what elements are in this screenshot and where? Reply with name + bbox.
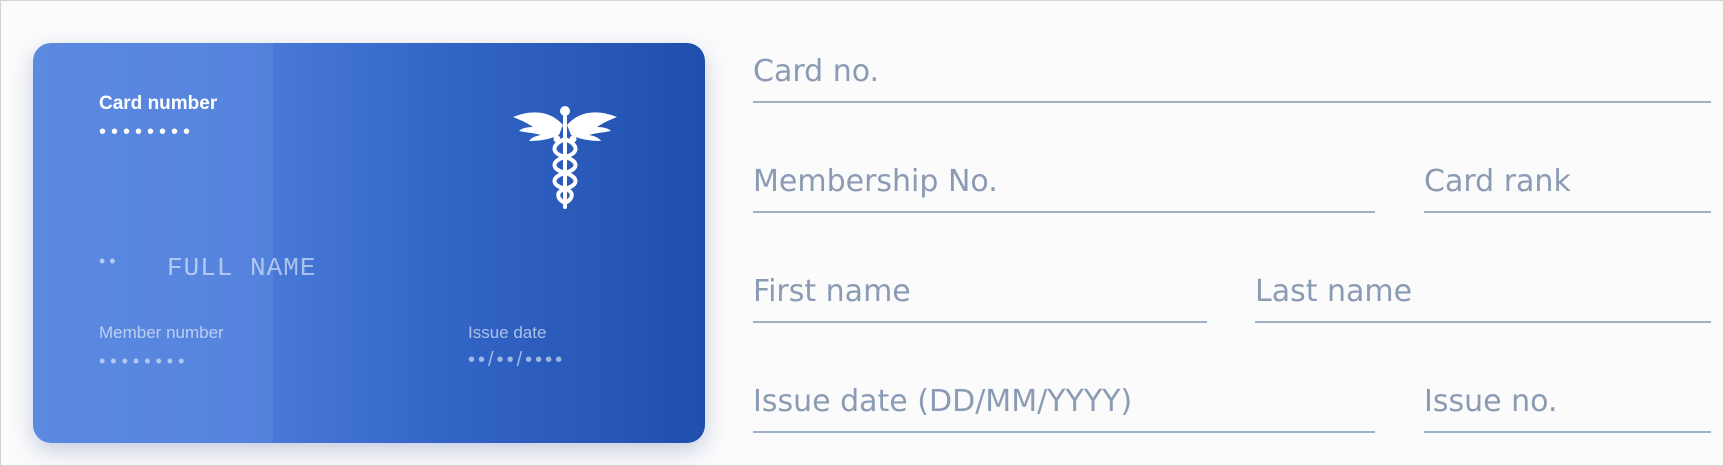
card-no-field xyxy=(753,41,1711,103)
issue-no-field xyxy=(1424,371,1711,433)
name-dots: •• xyxy=(99,251,120,271)
card-rank-input[interactable] xyxy=(1424,151,1711,211)
card-number-label: Card number xyxy=(99,93,218,114)
issue-no-input[interactable] xyxy=(1424,371,1711,431)
issue-date-field xyxy=(753,371,1375,433)
card-no-input[interactable] xyxy=(753,41,1711,101)
issue-date-value: ••/••/•••• xyxy=(468,349,566,371)
card-number-value: •••••••• xyxy=(99,121,196,143)
issue-date-input[interactable] xyxy=(753,371,1375,431)
first-name-input[interactable] xyxy=(753,261,1207,321)
page-frame: Card number •••••••• •• FULL NAME Member… xyxy=(0,0,1724,466)
membership-card-preview: Card number •••••••• •• FULL NAME Member… xyxy=(33,43,705,443)
first-name-field xyxy=(753,261,1207,323)
card-full-name: FULL NAME xyxy=(167,253,317,283)
last-name-input[interactable] xyxy=(1255,261,1711,321)
last-name-field xyxy=(1255,261,1711,323)
membership-no-field xyxy=(753,151,1375,213)
caduceus-icon xyxy=(513,106,617,209)
member-number-label: Member number xyxy=(99,323,224,342)
issue-date-label: Issue date xyxy=(468,323,547,342)
membership-no-input[interactable] xyxy=(753,151,1375,211)
member-number-value: •••••••• xyxy=(99,351,190,371)
card-rank-field xyxy=(1424,151,1711,213)
